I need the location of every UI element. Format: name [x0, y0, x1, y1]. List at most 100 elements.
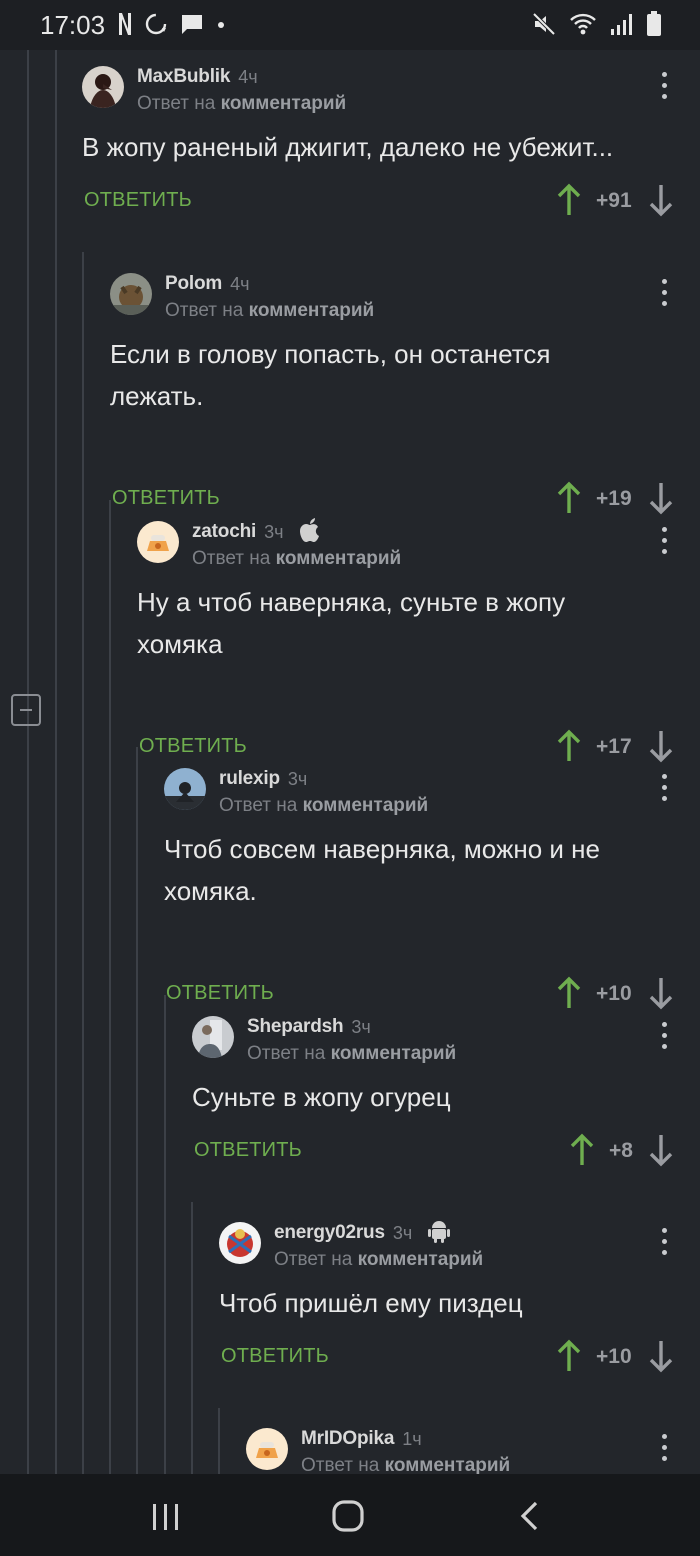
rating: +8: [609, 1139, 633, 1162]
downvote-icon[interactable]: [648, 1133, 674, 1167]
reply-to: Ответ на комментарий: [301, 1455, 510, 1474]
avatar[interactable]: [219, 1222, 261, 1264]
more-options-icon[interactable]: [654, 72, 674, 102]
more-options-icon[interactable]: [654, 774, 674, 804]
comment: Shepardsh 3ч Ответ на комментарий Суньте…: [192, 1000, 700, 1200]
reply-to: Ответ на комментарий: [247, 1043, 456, 1065]
reply-to-prefix: Ответ на: [192, 548, 271, 569]
more-options-icon[interactable]: [654, 279, 674, 309]
author-name[interactable]: MrIDOpika: [301, 1428, 394, 1450]
wifi-icon: [570, 12, 596, 41]
thread-line: [191, 1202, 193, 1474]
sync-icon: [144, 12, 168, 41]
upvote-icon[interactable]: [556, 1339, 582, 1373]
author-name[interactable]: rulexip: [219, 768, 280, 790]
more-options-icon[interactable]: [654, 1022, 674, 1052]
author-name[interactable]: Polom: [165, 273, 222, 295]
reply-to: Ответ на комментарий: [219, 795, 428, 817]
reply-to-link[interactable]: комментарий: [276, 548, 402, 569]
reply-to-prefix: Ответ на: [301, 1455, 380, 1474]
comment-text: В жопу раненый джигит, далеко не убежит.…: [82, 132, 614, 162]
upvote-icon[interactable]: [569, 1133, 595, 1167]
comment-actions: ОТВЕТИТЬ +10: [221, 1337, 700, 1377]
reply-to-prefix: Ответ на: [274, 1249, 353, 1270]
downvote-icon[interactable]: [648, 1339, 674, 1373]
reply-to: Ответ на комментарий: [192, 548, 401, 570]
status-time: 17:03: [40, 10, 106, 40]
back-icon[interactable]: [518, 1500, 542, 1537]
thread-line: [82, 252, 84, 1474]
comment-text: Суньте в жопу огурец: [192, 1082, 451, 1112]
comment: Polom 4ч Ответ на комментарий Если в гол…: [110, 257, 700, 515]
thread-line: [55, 50, 57, 1474]
reply-to-link[interactable]: комментарий: [385, 1455, 511, 1474]
reply-button[interactable]: ОТВЕТИТЬ: [221, 1345, 329, 1368]
comment-time: 3ч: [287, 768, 308, 789]
reply-to: Ответ на комментарий: [274, 1249, 483, 1271]
comment-actions: ОТВЕТИТЬ +91: [84, 181, 700, 221]
more-options-icon[interactable]: [654, 1228, 674, 1258]
reply-to-link[interactable]: комментарий: [249, 300, 375, 321]
comment-time: 1ч: [402, 1428, 422, 1449]
reply-to: Ответ на комментарий: [165, 300, 374, 322]
comment-text: Если в голову попасть, он останется лежа…: [110, 339, 551, 411]
comment-thread: MaxBublik 4ч Ответ на комментарий В жопу…: [0, 50, 700, 1474]
comment: MrIDOpika 1ч Ответ на комментарий: [246, 1412, 700, 1474]
signal-icon: [610, 12, 632, 41]
comment-time: 3ч: [351, 1016, 371, 1037]
home-icon[interactable]: [331, 1499, 365, 1538]
avatar[interactable]: [164, 768, 206, 810]
downvote-icon[interactable]: [648, 183, 674, 217]
avatar[interactable]: [192, 1016, 234, 1058]
comment-actions: ОТВЕТИТЬ +8: [194, 1131, 700, 1171]
rating: +10: [596, 1345, 632, 1368]
avatar[interactable]: [137, 521, 179, 563]
reply-to-prefix: Ответ на: [165, 300, 244, 321]
reply-to-link[interactable]: комментарий: [221, 93, 347, 114]
reply-to-prefix: Ответ на: [137, 93, 216, 114]
comment-time: 4ч: [238, 66, 258, 87]
thread-line: [27, 50, 29, 1474]
comment-text: Чтоб совсем наверняка, можно и не хомяка…: [164, 834, 600, 906]
status-bar: 17:03: [0, 0, 700, 50]
android-icon: [428, 1219, 451, 1248]
upvote-icon[interactable]: [556, 183, 582, 217]
more-options-icon[interactable]: [654, 1434, 674, 1464]
dot-icon: [216, 17, 226, 35]
comment-text: Чтоб пришёл ему пиздец: [219, 1288, 523, 1318]
author-name[interactable]: Shepardsh: [247, 1016, 344, 1038]
comment-text: Ну а чтоб наверняка, суньте в жопу хомяк…: [137, 587, 566, 659]
comment: zatochi 3ч Ответ на комментарий Ну а что…: [137, 505, 700, 763]
reply-to-link[interactable]: комментарий: [303, 795, 429, 816]
avatar[interactable]: [82, 66, 124, 108]
reply-button[interactable]: ОТВЕТИТЬ: [194, 1139, 302, 1162]
reply-to-prefix: Ответ на: [219, 795, 298, 816]
comment: energy02rus 3ч Ответ на комментарий Чтоб…: [219, 1206, 700, 1406]
reply-button[interactable]: ОТВЕТИТЬ: [84, 189, 192, 212]
thread-line: [109, 500, 111, 1474]
reply-to-prefix: Ответ на: [247, 1043, 326, 1064]
comment-time: 3ч: [392, 1222, 413, 1243]
mute-icon: [532, 12, 556, 41]
collapse-thread-button[interactable]: [11, 694, 41, 726]
battery-icon: [646, 10, 662, 42]
author-name[interactable]: zatochi: [192, 521, 256, 543]
thread-line: [164, 995, 166, 1474]
reply-to: Ответ на комментарий: [137, 93, 346, 115]
reply-to-link[interactable]: комментарий: [331, 1043, 457, 1064]
thread-line: [136, 747, 138, 1474]
message-icon: [180, 12, 204, 41]
author-name[interactable]: MaxBublik: [137, 66, 230, 88]
navigation-bar: [0, 1474, 700, 1556]
comment-time: 3ч: [264, 521, 284, 542]
recent-apps-icon[interactable]: [150, 1502, 182, 1537]
apple-icon: [299, 517, 321, 548]
avatar[interactable]: [110, 273, 152, 315]
author-name[interactable]: energy02rus: [274, 1222, 385, 1244]
reply-to-link[interactable]: комментарий: [358, 1249, 484, 1270]
comment-time: 4ч: [230, 273, 250, 294]
more-options-icon[interactable]: [654, 527, 674, 557]
avatar[interactable]: [246, 1428, 288, 1470]
thread-line: [218, 1408, 220, 1474]
comment: rulexip 3ч Ответ на комментарий Чтоб сов…: [164, 752, 700, 1010]
